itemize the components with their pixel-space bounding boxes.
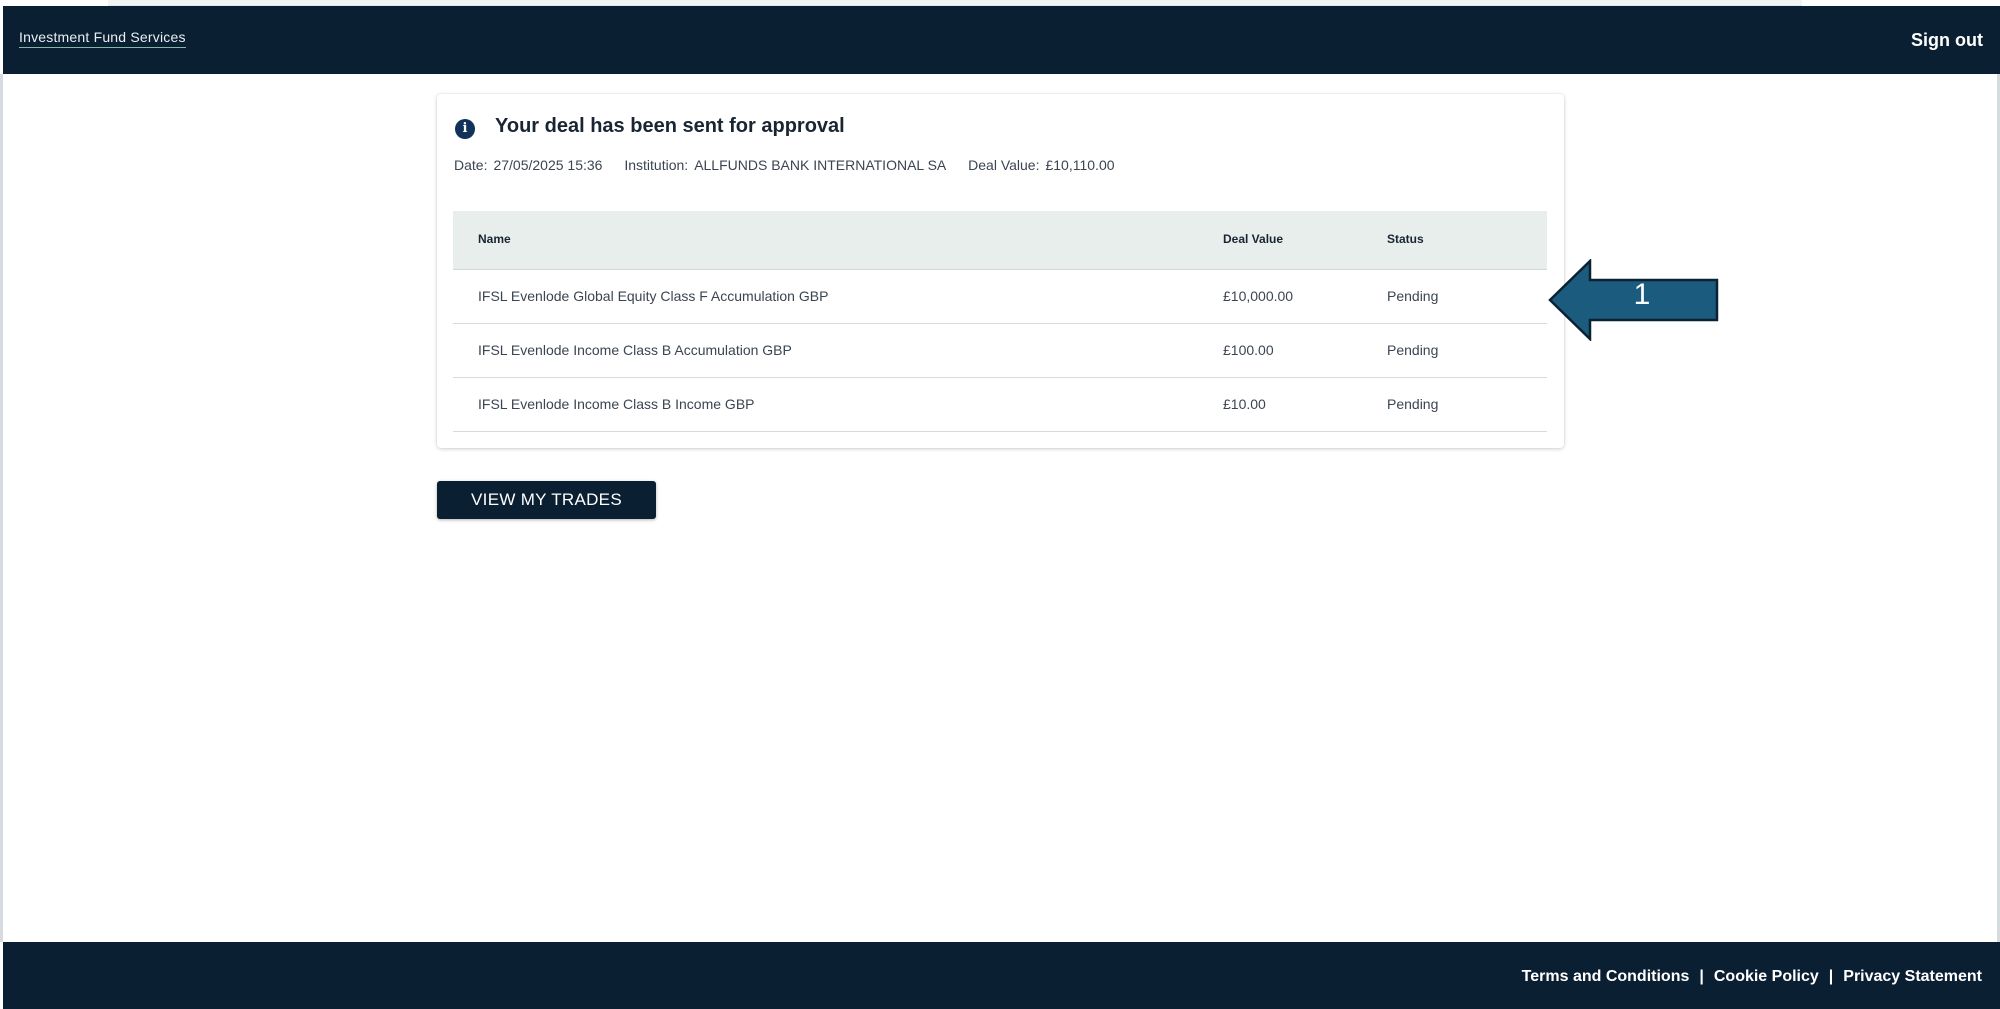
deal-meta: Date: 27/05/2025 15:36 Institution: ALLFUN… xyxy=(454,157,1133,173)
page: Investment Fund Services Sign out i Your… xyxy=(0,0,2000,1009)
table-row: IFSL Evenlode Income Class B Income GBP … xyxy=(453,378,1547,432)
column-header-deal-value: Deal Value xyxy=(1223,232,1284,246)
deal-value-total: £10,110.00 xyxy=(1045,157,1115,173)
date-value: 27/05/2025 15:36 xyxy=(493,157,603,173)
fund-status: Pending xyxy=(1387,342,1439,358)
terms-link[interactable]: Terms and Conditions xyxy=(1522,968,1690,985)
fund-name: IFSL Evenlode Global Equity Class F Accu… xyxy=(478,288,829,304)
column-header-name: Name xyxy=(478,232,511,246)
table-row: IFSL Evenlode Income Class B Accumulatio… xyxy=(453,324,1547,378)
footer-separator: | xyxy=(1699,968,1704,985)
sign-out-link[interactable]: Sign out xyxy=(1911,30,1983,51)
privacy-statement-link[interactable]: Privacy Statement xyxy=(1843,968,1982,985)
fund-status: Pending xyxy=(1387,288,1439,304)
table-row: IFSL Evenlode Global Equity Class F Accu… xyxy=(453,270,1547,324)
callout-number: 1 xyxy=(1633,278,1651,311)
footer-separator: | xyxy=(1828,968,1834,985)
column-header-status: Status xyxy=(1387,232,1424,246)
table-header: Name Deal Value Status xyxy=(453,211,1547,270)
footer-links: Terms and Conditions | Cookie Policy | Priva… xyxy=(1522,968,1982,986)
confirmation-title: Your deal has been sent for approval xyxy=(495,115,845,137)
fund-status: Pending xyxy=(1387,396,1439,412)
deal-table: Name Deal Value Status IFSL Evenlode Glo… xyxy=(453,211,1547,432)
top-header: Investment Fund Services Sign out xyxy=(3,6,2000,74)
footer: Terms and Conditions | Cookie Policy | Priva… xyxy=(3,942,2000,1009)
fund-deal-value: £10,000.00 xyxy=(1223,288,1294,304)
deal-value-label: Deal Value: xyxy=(968,157,1040,173)
date-label: Date: xyxy=(454,157,488,173)
confirmation-card: i Your deal has been sent for approval D… xyxy=(437,94,1564,448)
brand-logo[interactable]: Investment Fund Services xyxy=(19,29,186,48)
institution-value: ALLFUNDS BANK INTERNATIONAL SA xyxy=(694,157,947,173)
cookie-policy-link[interactable]: Cookie Policy xyxy=(1714,968,1819,985)
left-border xyxy=(0,74,3,942)
fund-name: IFSL Evenlode Income Class B Income GBP xyxy=(478,396,755,412)
view-my-trades-button[interactable]: VIEW MY TRADES xyxy=(437,481,656,519)
institution-label: Institution: xyxy=(624,157,689,173)
info-icon: i xyxy=(455,119,475,139)
fund-deal-value: £100.00 xyxy=(1223,342,1274,358)
fund-name: IFSL Evenlode Income Class B Accumulatio… xyxy=(478,342,792,358)
fund-deal-value: £10.00 xyxy=(1223,396,1266,412)
